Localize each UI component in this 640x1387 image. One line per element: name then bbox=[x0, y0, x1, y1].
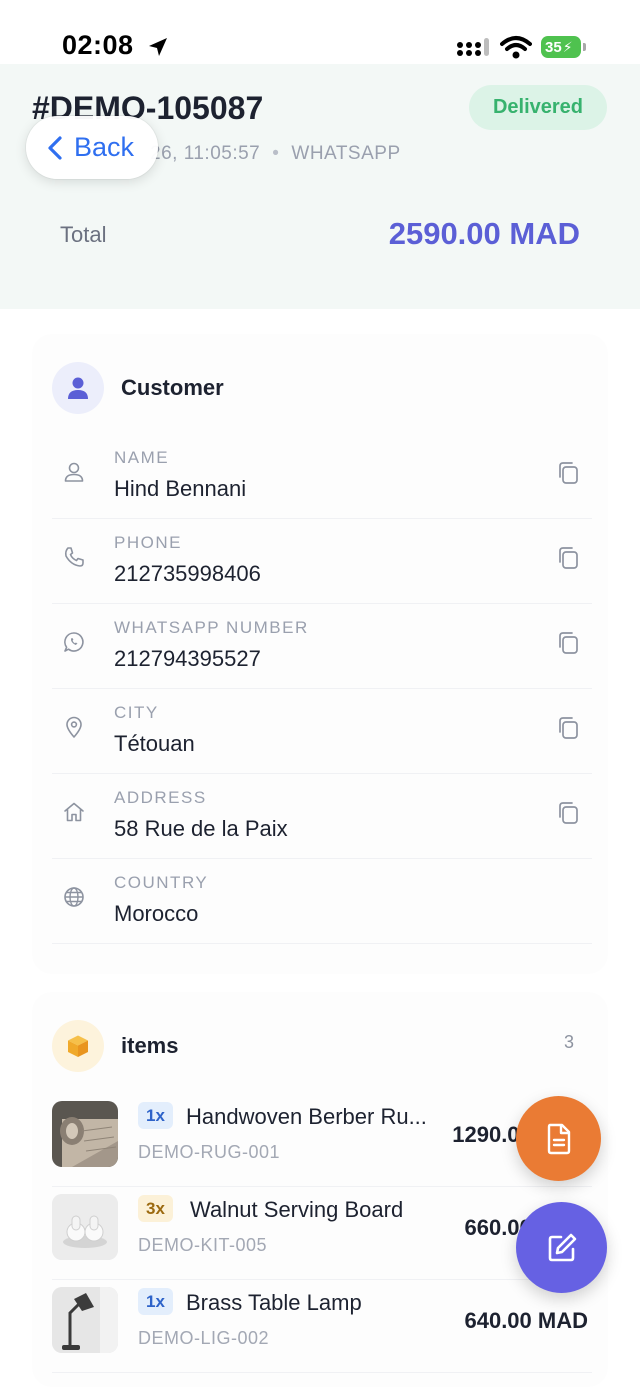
copy-icon[interactable] bbox=[556, 630, 580, 656]
edit-icon bbox=[548, 1233, 576, 1261]
field-value: 58 Rue de la Paix bbox=[114, 816, 288, 841]
status-bar: 02:08 35 ⚡ bbox=[0, 0, 640, 64]
invoice-button[interactable] bbox=[516, 1096, 601, 1181]
field-label: ADDRESS bbox=[114, 788, 207, 807]
items-header: items bbox=[52, 1020, 178, 1072]
back-label: Back bbox=[74, 132, 135, 162]
phone-icon bbox=[64, 547, 84, 567]
package-icon bbox=[52, 1020, 104, 1072]
person-icon bbox=[52, 362, 104, 414]
person-icon bbox=[64, 462, 84, 482]
item-name: Handwoven Berber Ru... bbox=[186, 1104, 427, 1129]
home-icon bbox=[64, 802, 84, 822]
item-row-board[interactable]: 3x Walnut Serving Board DEMO-KIT-005 660… bbox=[52, 1187, 592, 1280]
field-label: WHATSAPP NUMBER bbox=[114, 618, 309, 637]
field-country: COUNTRY Morocco bbox=[52, 859, 592, 944]
field-value: Hind Bennani bbox=[114, 476, 247, 501]
items-title: items bbox=[121, 1033, 179, 1058]
item-sku: DEMO-RUG-001 bbox=[138, 1142, 281, 1162]
document-icon bbox=[547, 1123, 570, 1154]
total-value: 2590.00 MAD bbox=[388, 216, 580, 251]
customer-card: Customer NAME Hind Bennani PHONE 2127359… bbox=[32, 334, 608, 974]
field-value: Tétouan bbox=[114, 731, 195, 756]
globe-icon bbox=[64, 887, 84, 907]
item-price: 640.00 MAD bbox=[464, 1308, 588, 1333]
field-value: 212735998406 bbox=[114, 561, 261, 586]
item-row-lamp[interactable]: 1x Brass Table Lamp DEMO-LIG-002 640.00 … bbox=[52, 1280, 592, 1373]
field-whatsapp: WHATSAPP NUMBER 212794395527 bbox=[52, 604, 592, 689]
item-name: Walnut Serving Board bbox=[190, 1197, 404, 1222]
location-pin-icon bbox=[66, 716, 82, 738]
status-badge: Delivered bbox=[469, 85, 607, 130]
order-channel: WHATSAPP bbox=[291, 143, 401, 164]
item-name: Brass Table Lamp bbox=[186, 1290, 362, 1315]
field-city: CITY Tétouan bbox=[52, 689, 592, 774]
location-arrow-icon bbox=[149, 38, 167, 56]
order-header: #DEMO-105087 Delivered 26, 11:05:57 • WHAT… bbox=[0, 64, 640, 309]
field-label: PHONE bbox=[114, 533, 182, 552]
quantity-badge: 3x bbox=[138, 1195, 173, 1222]
field-value: Morocco bbox=[114, 901, 199, 926]
order-meta: 26, 11:05:57 • WHATSAPP bbox=[150, 143, 401, 165]
field-label: COUNTRY bbox=[114, 873, 209, 892]
chevron-left-icon bbox=[48, 135, 62, 160]
status-time: 02:08 bbox=[62, 30, 134, 60]
copy-icon[interactable] bbox=[556, 545, 580, 571]
battery-level: 35 bbox=[545, 38, 562, 56]
customer-header: Customer bbox=[52, 362, 224, 414]
charging-bolt-icon: ⚡ bbox=[562, 38, 573, 55]
item-sku: DEMO-LIG-002 bbox=[138, 1328, 270, 1348]
total-label: Total bbox=[60, 222, 107, 247]
cellular-signal-icon bbox=[457, 38, 489, 56]
whatsapp-icon bbox=[64, 632, 84, 652]
back-button[interactable]: Back bbox=[26, 116, 158, 179]
copy-icon[interactable] bbox=[556, 460, 580, 486]
field-label: NAME bbox=[114, 448, 170, 467]
wifi-icon bbox=[500, 36, 532, 59]
edit-button[interactable] bbox=[516, 1202, 607, 1293]
field-value: 212794395527 bbox=[114, 646, 261, 671]
field-name: NAME Hind Bennani bbox=[52, 434, 592, 519]
order-datetime: 26, 11:05:57 bbox=[150, 143, 261, 164]
copy-icon[interactable] bbox=[556, 715, 580, 741]
items-card: items 3 1x Handwoven Berber Ru... DEMO-R… bbox=[32, 992, 608, 1387]
customer-title: Customer bbox=[121, 375, 224, 400]
field-label: CITY bbox=[114, 703, 159, 722]
quantity-badge: 1x bbox=[138, 1102, 173, 1129]
item-sku: DEMO-KIT-005 bbox=[138, 1235, 268, 1255]
quantity-badge: 1x bbox=[138, 1288, 173, 1315]
item-row-rug[interactable]: 1x Handwoven Berber Ru... DEMO-RUG-001 1… bbox=[52, 1094, 592, 1187]
item-image bbox=[52, 1101, 118, 1167]
battery-indicator: 35 ⚡ bbox=[541, 36, 587, 58]
copy-icon[interactable] bbox=[556, 800, 580, 826]
meta-separator: • bbox=[272, 143, 280, 164]
items-count: 3 bbox=[563, 1032, 574, 1052]
field-address: ADDRESS 58 Rue de la Paix bbox=[52, 774, 592, 859]
item-image bbox=[52, 1194, 118, 1260]
field-phone: PHONE 212735998406 bbox=[52, 519, 592, 604]
item-image bbox=[52, 1287, 118, 1353]
